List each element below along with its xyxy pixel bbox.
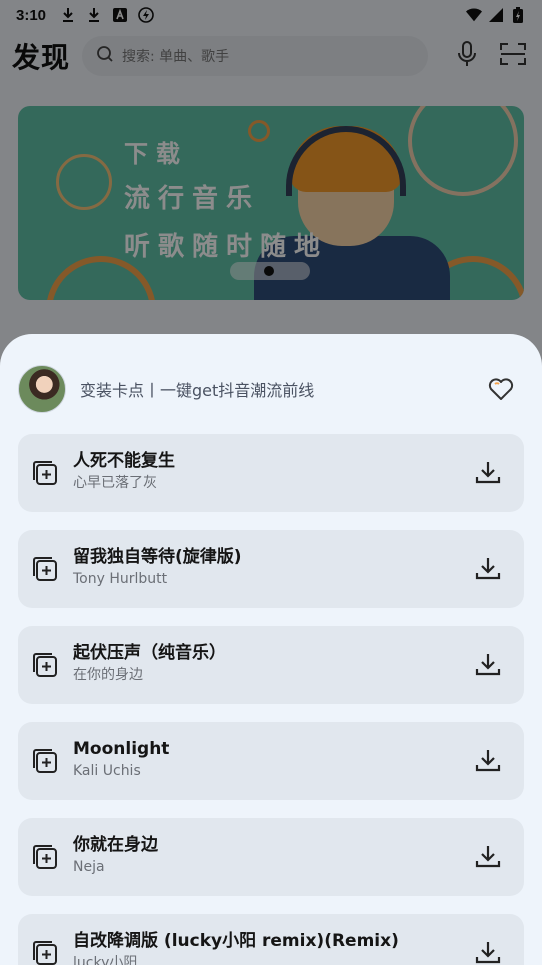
song-title: Moonlight <box>73 739 170 759</box>
list-item[interactable]: 起伏压声（纯音乐） 在你的身边 <box>18 626 524 704</box>
song-artist: 在你的身边 <box>73 667 143 683</box>
download-icon[interactable] <box>474 747 502 775</box>
download-icon[interactable] <box>474 843 502 871</box>
add-to-playlist-icon[interactable] <box>32 556 58 582</box>
song-list: 人死不能复生 心早已落了灰 留我独自等待(旋律版) Tony Hurlbutt <box>18 434 524 965</box>
song-title: 留我独自等待(旋律版) <box>73 547 242 567</box>
song-artist: Tony Hurlbutt <box>73 571 168 587</box>
add-to-playlist-icon[interactable] <box>32 748 58 774</box>
list-item[interactable]: 自改降调版 (lucky小阳 remix)(Remix) lucky小阳 <box>18 914 524 965</box>
song-info: Moonlight Kali Uchis <box>73 737 169 781</box>
song-info: 留我独自等待(旋律版) Tony Hurlbutt <box>73 545 242 589</box>
download-icon[interactable] <box>474 555 502 583</box>
song-artist: Neja <box>73 859 105 875</box>
song-info: 自改降调版 (lucky小阳 remix)(Remix) lucky小阳 <box>73 929 399 965</box>
add-to-playlist-icon[interactable] <box>32 844 58 870</box>
song-info: 人死不能复生 心早已落了灰 <box>73 449 175 493</box>
playlist-title: 变装卡点丨一键get抖音潮流前线 <box>80 381 315 400</box>
song-info: 你就在身边 Neja <box>73 833 158 877</box>
add-to-playlist-icon[interactable] <box>32 652 58 678</box>
add-to-playlist-icon[interactable] <box>32 940 58 965</box>
song-artist: lucky小阳 <box>73 955 138 965</box>
download-icon[interactable] <box>474 651 502 679</box>
list-item[interactable]: 人死不能复生 心早已落了灰 <box>18 434 524 512</box>
download-icon[interactable] <box>474 939 502 965</box>
song-title: 你就在身边 <box>73 835 158 855</box>
song-title: 起伏压声（纯音乐） <box>73 643 226 663</box>
song-artist: 心早已落了灰 <box>73 475 157 491</box>
playlist-sheet: 变装卡点丨一键get抖音潮流前线 人死不能复生 心早已落了灰 留我独自等待(旋律… <box>0 334 542 965</box>
heart-icon[interactable] <box>486 374 516 404</box>
song-title: 人死不能复生 <box>73 451 175 471</box>
list-item[interactable]: 你就在身边 Neja <box>18 818 524 896</box>
song-title: 自改降调版 (lucky小阳 remix)(Remix) <box>73 931 399 951</box>
playlist-cover-avatar <box>18 365 66 413</box>
download-icon[interactable] <box>474 459 502 487</box>
song-info: 起伏压声（纯音乐） 在你的身边 <box>73 641 226 685</box>
list-item[interactable]: Moonlight Kali Uchis <box>18 722 524 800</box>
playlist-header: 变装卡点丨一键get抖音潮流前线 <box>18 364 524 414</box>
song-artist: Kali Uchis <box>73 763 141 779</box>
list-item[interactable]: 留我独自等待(旋律版) Tony Hurlbutt <box>18 530 524 608</box>
add-to-playlist-icon[interactable] <box>32 460 58 486</box>
